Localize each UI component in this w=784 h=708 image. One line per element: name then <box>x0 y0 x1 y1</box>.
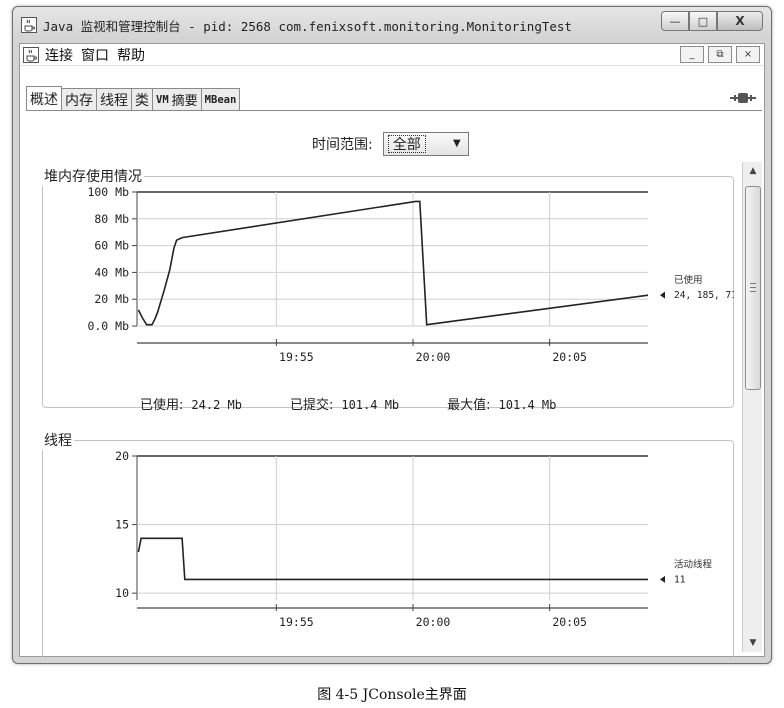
x-tick-label: 20:00 <box>416 615 451 629</box>
minimize-icon: _ <box>689 49 695 60</box>
menu-help[interactable]: 帮助 <box>117 45 145 65</box>
y-tick-label: 15 <box>115 518 129 532</box>
threads-panel-title: 线程 <box>42 430 74 450</box>
java-cup-icon[interactable] <box>23 46 39 63</box>
legend-arrow-icon <box>660 291 665 299</box>
legend-label: 已使用 <box>674 274 703 286</box>
scrollbar-thumb[interactable] <box>745 186 761 390</box>
chevron-down-icon: ▼ <box>453 138 461 149</box>
stat-committed-value: 101.4 Mb <box>341 398 400 412</box>
tab-vm-summary[interactable]: VM 摘要 <box>152 88 202 110</box>
close-button[interactable]: X <box>717 11 763 31</box>
y-tick-label: 20 Mb <box>94 292 129 306</box>
internal-minimize-button[interactable]: _ <box>680 46 704 63</box>
legend-arrow-icon <box>660 575 665 583</box>
y-tick-label: 10 <box>115 586 129 600</box>
y-tick-label: 60 Mb <box>94 239 129 253</box>
heap-panel-title: 堆内存使用情况 <box>42 166 144 186</box>
window-controls: — □ X <box>661 11 763 31</box>
menu-bar: 连接 窗口 帮助 _ ⧉ × <box>20 44 764 66</box>
y-tick-label: 0.0 Mb <box>87 319 129 333</box>
restore-icon: ⧉ <box>716 49 724 60</box>
tab-classes[interactable]: 类 <box>131 88 153 110</box>
y-tick-label: 80 Mb <box>94 212 129 226</box>
heap-memory-chart: 100 Mb 80 Mb 60 Mb 40 Mb 20 Mb 0.0 Mb 19:55 20:… <box>87 185 734 364</box>
internal-frame-controls: _ ⧉ × <box>680 46 760 63</box>
tab-divider <box>26 110 762 111</box>
stat-max-label: 最大值: <box>447 398 491 413</box>
tab-overview[interactable]: 概述 <box>26 86 62 110</box>
x-tick-label: 19:55 <box>279 350 314 364</box>
vertical-scrollbar[interactable]: ▲ ▼ <box>742 162 762 652</box>
client-area: 连接 窗口 帮助 _ ⧉ × 概述 内存 线程 类 VM 摘要 MBean 时间… <box>19 43 765 660</box>
x-tick-label: 20:05 <box>552 615 587 629</box>
y-tick-label: 40 Mb <box>94 265 129 279</box>
tab-vm-prefix: VM <box>156 93 169 106</box>
y-tick-label: 100 Mb <box>87 185 129 199</box>
time-range-value: 全部 <box>387 135 426 153</box>
y-tick-label: 20 <box>115 449 129 463</box>
stat-committed: 已提交: 101.4 Mb <box>290 394 399 413</box>
stat-max: 最大值: 101.4 Mb <box>447 394 556 413</box>
time-range: 时间范围: 全部 ▼ <box>312 132 469 156</box>
jconsole-window: Java 监视和管理控制台 - pid: 2568 com.fenixsoft.… <box>12 6 772 664</box>
stat-max-value: 101.4 Mb <box>498 398 557 412</box>
close-icon: × <box>743 49 753 60</box>
maximize-icon: □ <box>697 14 709 28</box>
x-tick-label: 19:55 <box>279 615 314 629</box>
stat-used: 已使用: 24.2 Mb <box>140 394 242 413</box>
heap-stats: 已使用: 24.2 Mb 已提交: 101.4 Mb 最大值: 101.4 Mb <box>140 394 604 413</box>
close-icon: X <box>735 14 745 28</box>
scroll-up-icon[interactable]: ▲ <box>743 162 763 180</box>
plot-area <box>137 456 648 600</box>
minimize-icon: — <box>669 14 681 28</box>
grip-icon <box>750 283 756 292</box>
x-tick-label: 20:05 <box>552 350 587 364</box>
internal-close-button[interactable]: × <box>736 46 760 63</box>
legend-label: 活动线程 <box>674 558 713 570</box>
legend-value: 24, 185, 712 <box>674 290 734 301</box>
scroll-down-icon[interactable]: ▼ <box>743 634 763 652</box>
menu-connection[interactable]: 连接 <box>45 45 73 65</box>
tab-mbean[interactable]: MBean <box>200 88 241 110</box>
tab-memory[interactable]: 内存 <box>61 88 97 110</box>
threads-chart: 20 15 10 19:55 20:00 20:05 活动线程 11 <box>115 449 713 629</box>
tab-vm-suffix: 摘要 <box>171 94 198 109</box>
connection-plug-icon <box>730 93 756 103</box>
stat-used-label: 已使用: <box>140 398 184 413</box>
stat-committed-label: 已提交: <box>289 398 334 413</box>
tab-threads[interactable]: 线程 <box>96 88 132 110</box>
menu-window[interactable]: 窗口 <box>81 45 109 65</box>
legend-value: 11 <box>674 574 686 585</box>
maximize-button[interactable]: □ <box>689 11 717 31</box>
time-range-label: 时间范围: <box>312 137 373 153</box>
time-range-select[interactable]: 全部 ▼ <box>382 132 469 156</box>
window-title: Java 监视和管理控制台 - pid: 2568 com.fenixsoft.… <box>43 18 572 34</box>
minimize-button[interactable]: — <box>661 11 689 31</box>
java-cup-icon <box>21 17 37 33</box>
internal-restore-button[interactable]: ⧉ <box>708 46 732 63</box>
x-tick-label: 20:00 <box>416 350 451 364</box>
tab-strip: 概述 内存 线程 类 VM 摘要 MBean <box>26 86 241 110</box>
title-bar[interactable]: Java 监视和管理控制台 - pid: 2568 com.fenixsoft.… <box>13 7 771 43</box>
figure-caption: 图 4-5 JConsole主界面 <box>317 687 467 703</box>
stat-used-value: 24.2 Mb <box>191 398 242 412</box>
